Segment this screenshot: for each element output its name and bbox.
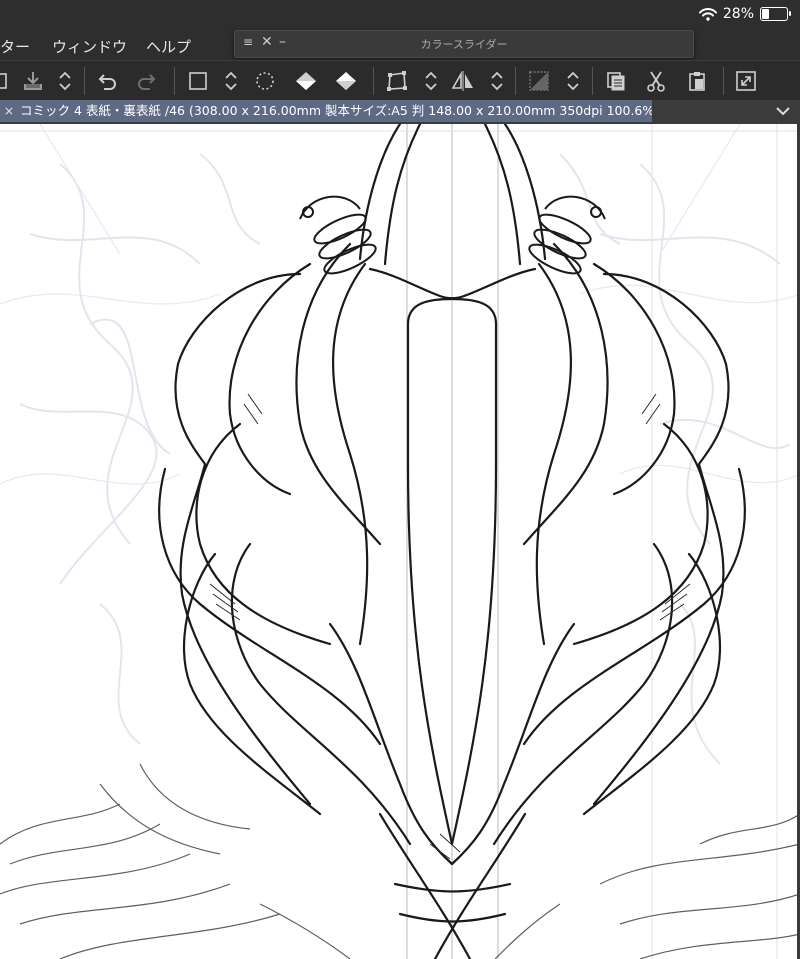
stepper-icon[interactable] [416, 67, 446, 95]
color-slider-panel[interactable]: ≡ ✕ – カラースライダー [234, 30, 694, 58]
stepper-icon[interactable] [216, 67, 246, 95]
toolbar-separator [373, 67, 374, 95]
lasso-icon[interactable] [250, 67, 280, 95]
fill-icon[interactable] [291, 67, 321, 95]
battery-fill [762, 9, 770, 19]
toolbar-separator [174, 67, 175, 95]
stepper-icon[interactable] [50, 67, 80, 95]
paste-icon[interactable] [682, 67, 712, 95]
panel-title: カラースライダー [420, 38, 508, 51]
layer-icon[interactable] [0, 67, 14, 95]
toolbar-separator [723, 67, 724, 95]
status-bar: 28% [0, 0, 800, 30]
menu-item-help[interactable]: ヘルプ [146, 36, 191, 57]
toolbar-separator [84, 67, 85, 95]
toolbar-separator [515, 67, 516, 95]
stepper-icon[interactable] [482, 67, 512, 95]
undo-icon[interactable] [92, 67, 122, 95]
rectangle-select-icon[interactable] [183, 67, 213, 95]
document-tab-bar: × コミック 4 表紙・裏表紙 /46 (308.00 x 216.00mm 製… [0, 100, 800, 124]
transform-icon[interactable] [382, 67, 412, 95]
fill-alt-icon[interactable] [331, 67, 361, 95]
tone-icon[interactable] [524, 67, 554, 95]
wifi-icon [698, 7, 717, 21]
battery-percent: 28% [722, 6, 754, 22]
command-bar [0, 60, 800, 101]
redo-icon[interactable] [132, 67, 162, 95]
copy-icon[interactable] [601, 67, 631, 95]
battery-icon [760, 7, 791, 21]
menu-item-window[interactable]: ウィンドウ [52, 36, 127, 57]
drawing-canvas[interactable] [0, 124, 800, 959]
line-art-artwork [0, 124, 800, 959]
tab-document[interactable]: × コミック 4 表紙・裏表紙 /46 (308.00 x 216.00mm 製… [0, 100, 652, 122]
download-icon[interactable] [18, 67, 48, 95]
cut-icon[interactable] [641, 67, 671, 95]
status-indicators: 28% [698, 6, 791, 22]
menu-item-filter[interactable]: ター [0, 36, 30, 57]
tab-close-icon[interactable]: × [2, 100, 16, 122]
expand-icon[interactable] [731, 67, 761, 95]
stepper-icon[interactable] [558, 67, 588, 95]
flip-icon[interactable] [448, 67, 478, 95]
chevron-down-icon[interactable] [774, 102, 792, 120]
tab-title: コミック 4 表紙・裏表紙 /46 (308.00 x 216.00mm 製本サ… [19, 103, 652, 118]
toolbar-separator [592, 67, 593, 95]
